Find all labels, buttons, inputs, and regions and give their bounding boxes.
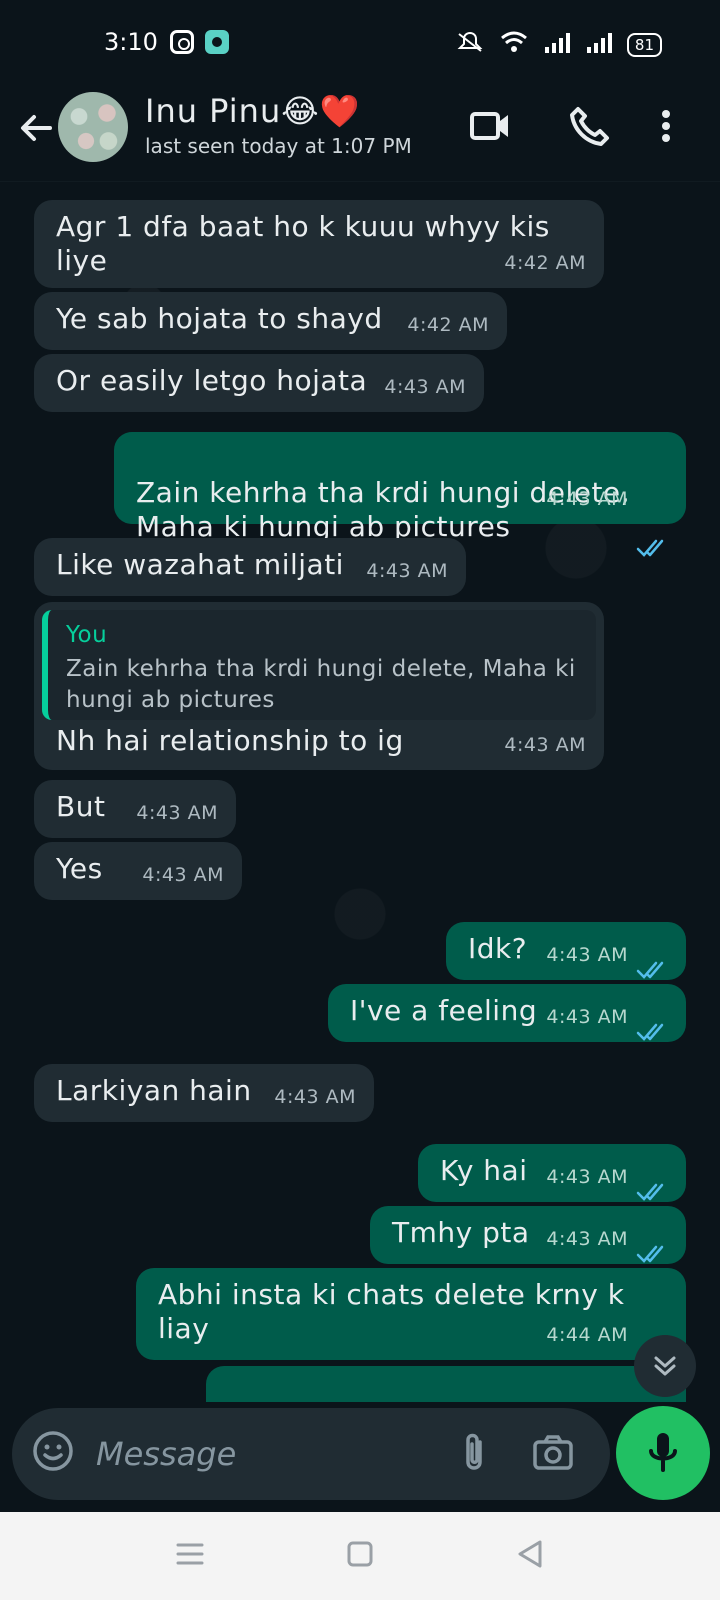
message-text: I've a feeling [350,994,538,1027]
message-text: Yes [56,852,103,885]
signal-icon [543,30,571,59]
message-incoming[interactable]: Like wazahat miljati 4:43 AM [34,538,466,596]
status-icons: 81 [455,30,662,59]
message-time: 4:43 AM [546,1166,628,1188]
back-arrow-icon[interactable] [16,108,56,148]
message-time: 4:43 AM [136,802,218,824]
chat-header: Inu Pinu😂❤️ last seen today at 1:07 PM [0,88,720,182]
signal-icon [585,30,613,59]
phone-icon[interactable] [568,104,612,148]
message-incoming[interactable]: But 4:43 AM [34,780,236,838]
status-time: 3:10 [104,28,158,56]
emoji-icon[interactable] [32,1430,74,1472]
compose-bar [12,1408,610,1500]
message-text: Like wazahat miljati [56,548,344,581]
message-time: 4:44 AM [546,1324,628,1346]
message-outgoing[interactable]: Tmhy pta 4:43 AM [370,1206,686,1264]
message-text: Larkiyan hain [56,1074,252,1107]
reply-author: You [66,622,108,648]
message-incoming[interactable]: Yes 4:43 AM [34,842,242,900]
message-text: Or easily letgo hojata [56,364,368,397]
scroll-down-button[interactable] [634,1335,696,1397]
back-icon[interactable] [512,1536,548,1572]
message-outgoing[interactable]: I've a feeling 4:43 AM [328,984,686,1042]
message-incoming[interactable]: Larkiyan hain 4:43 AM [34,1064,374,1122]
message-time: 4:43 AM [384,376,466,398]
message-text: Nh hai relationship to ig [56,724,404,757]
contact-name[interactable]: Inu Pinu😂❤️ [145,92,360,130]
system-navigation-bar [0,1512,720,1600]
message-text: Agr 1 dfa baat ho k kuuu whyy kis liye [56,210,550,277]
message-outgoing[interactable]: Zain kehrha tha krdi hungi delete, Maha … [114,432,686,557]
message-text: Idk? [468,932,528,965]
message-outgoing[interactable]: Ky hai 4:43 AM [418,1144,686,1202]
instagram-icon [170,30,194,54]
message-incoming-reply[interactable]: You Zain kehrha tha krdi hungi delete, M… [34,602,604,770]
quoted-reply[interactable]: You Zain kehrha tha krdi hungi delete, M… [42,610,596,720]
message-outgoing[interactable]: Idk? 4:43 AM [446,922,686,980]
message-incoming[interactable]: Or easily letgo hojata 4:43 AM [34,354,484,412]
read-receipt-icon [636,1016,672,1041]
mic-icon[interactable] [616,1406,710,1500]
battery-icon: 81 [626,32,662,57]
message-time: 4:43 AM [546,1228,628,1250]
mute-icon [455,30,485,59]
app-icon [205,30,229,54]
read-receipt-icon [636,1176,672,1201]
message-input[interactable] [96,1426,436,1482]
more-vert-icon[interactable] [655,104,677,148]
message-time: 4:43 AM [546,1006,628,1028]
menu-icon[interactable] [172,1536,208,1572]
message-time: 4:43 AM [366,560,448,582]
message-time: 4:43 AM [504,734,586,756]
message-outgoing[interactable]: Abhi insta ki chats delete krny k liay 4… [136,1268,686,1360]
message-incoming[interactable]: Ye sab hojata to shayd 4:42 AM [34,292,507,350]
message-time: 4:43 AM [546,944,628,966]
camera-icon[interactable] [530,1432,576,1474]
avatar[interactable] [58,92,128,162]
home-icon[interactable] [342,1536,378,1572]
read-receipt-icon [636,1238,672,1263]
wifi-icon [499,30,529,59]
message-time: 4:43 AM [546,488,628,510]
message-text: Ye sab hojata to shayd [56,302,383,335]
message-time: 4:42 AM [504,252,586,274]
message-incoming[interactable]: Agr 1 dfa baat ho k kuuu whyy kis liye 4… [34,200,604,288]
read-receipt-icon [636,498,672,557]
message-list[interactable]: Agr 1 dfa baat ho k kuuu whyy kis liye 4… [0,182,720,1402]
attachment-icon[interactable] [452,1428,496,1478]
message-time: 4:43 AM [274,1086,356,1108]
message-outgoing-partial[interactable] [206,1366,686,1402]
message-text: But [56,790,106,823]
video-call-icon[interactable] [468,104,512,148]
message-time: 4:43 AM [142,864,224,886]
message-text: Tmhy pta [392,1216,530,1249]
last-seen-status: last seen today at 1:07 PM [145,134,412,158]
reply-text: Zain kehrha tha krdi hungi delete, Maha … [66,656,576,713]
message-text: Ky hai [440,1154,528,1187]
read-receipt-icon [636,954,672,979]
status-bar: 3:10 81 [0,0,720,88]
message-time: 4:42 AM [407,314,489,336]
